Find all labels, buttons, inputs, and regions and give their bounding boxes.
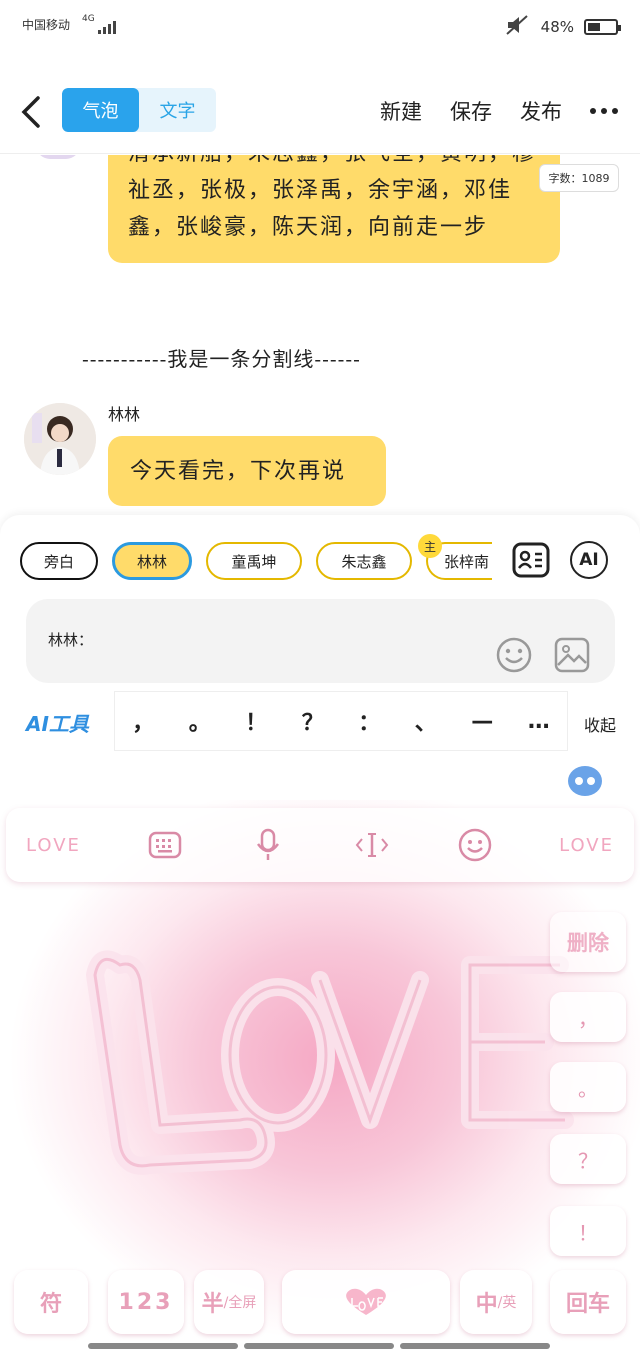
heart-love-icon <box>346 1288 386 1315</box>
punct-key[interactable]: ！ <box>245 705 267 737</box>
microphone-icon[interactable] <box>248 825 288 865</box>
more-icon[interactable] <box>590 108 618 114</box>
divider-text[interactable]: -----------我是一条分割线------ <box>82 343 361 372</box>
image-icon[interactable] <box>554 637 590 677</box>
mute-icon <box>505 14 531 40</box>
half-label: 半 <box>201 1292 224 1317</box>
half-fullscreen-key[interactable]: 半/全屏 <box>194 1270 264 1334</box>
ai-tools-button[interactable]: AI工具 <box>26 708 89 737</box>
nav-handle <box>400 1343 550 1349</box>
punct-key[interactable]: ？ <box>302 705 324 737</box>
space-key[interactable] <box>282 1270 450 1334</box>
language-key[interactable]: 中/英 <box>460 1270 532 1334</box>
keyboard-icon[interactable] <box>145 825 185 865</box>
punctuation-bar: ， 。 ！ ？ ： 、 — … <box>114 691 568 751</box>
ai-button[interactable]: AI <box>568 539 610 581</box>
love-label: LOVE <box>26 834 81 856</box>
back-button[interactable] <box>18 92 48 132</box>
character-chip-narrator[interactable]: 旁白 <box>20 542 98 580</box>
mode-toggle: 气泡 文字 <box>62 88 216 132</box>
character-chip[interactable]: 朱志鑫 <box>316 542 412 580</box>
battery-icon <box>584 19 621 35</box>
keyboard-toolbar: LOVE LOVE <box>6 808 634 882</box>
period-key[interactable]: 。 <box>550 1062 626 1112</box>
keyboard-mascot-icon[interactable] <box>568 766 602 796</box>
tab-text[interactable]: 文字 <box>139 88 216 132</box>
exclamation-key[interactable]: ！ <box>550 1206 626 1256</box>
love-label: LOVE <box>559 834 614 856</box>
symbol-key[interactable]: 符 <box>14 1270 88 1334</box>
message-line: 清承新船，朱志鑫，张飞全，黄明，穆 <box>128 155 540 172</box>
composer-panel: 旁白 林林 童禹坤 朱志鑫 张梓南 主 AI 林林： AI工具 ， 。 ！ ？ … <box>0 515 640 760</box>
cursor-move-icon[interactable] <box>352 825 392 865</box>
punct-key[interactable]: 。 <box>189 705 211 737</box>
chat-area[interactable]: 清承新船，朱志鑫，张飞全，黄明，穆 祉丞，张极，张泽禹，余宇涵，邓佳 鑫，张峻豪… <box>0 155 640 515</box>
character-chip-linlin[interactable]: 林林 <box>112 542 192 580</box>
character-chip[interactable]: 童禹坤 <box>206 542 302 580</box>
english-label: /英 <box>497 1295 517 1311</box>
contact-card-icon <box>512 542 550 578</box>
collapse-button[interactable]: 收起 <box>584 712 616 736</box>
punct-key[interactable]: … <box>528 709 550 734</box>
new-button[interactable]: 新建 <box>380 96 422 126</box>
keyboard-top-strip <box>0 760 640 800</box>
message-line: 鑫，张峻豪，陈天润，向前走一步 <box>128 215 489 240</box>
speaker-avatar[interactable] <box>24 403 96 475</box>
signal-icon <box>98 18 116 34</box>
number-key[interactable]: 123 <box>108 1270 184 1334</box>
nav-handle <box>244 1343 394 1349</box>
status-bar: 中国移动 4G 48% <box>0 0 640 56</box>
delete-key[interactable]: 删除 <box>550 912 626 972</box>
top-toolbar: 气泡 文字 新建 保存 发布 <box>0 70 640 154</box>
battery-percent: 48% <box>540 18 574 36</box>
network-label: 4G <box>82 14 95 24</box>
speaker-name: 林林 <box>108 405 141 424</box>
question-key[interactable]: ？ <box>550 1134 626 1184</box>
message-text: 今天看完，下次再说 <box>130 458 347 484</box>
punct-key[interactable]: ： <box>358 705 380 737</box>
comma-key[interactable]: ， <box>550 992 626 1042</box>
main-character-badge: 主 <box>418 534 442 558</box>
save-button[interactable]: 保存 <box>450 96 492 126</box>
word-count-badge: 字数：1089 <box>539 164 619 192</box>
fullscreen-label: /全屏 <box>223 1295 257 1311</box>
punct-key[interactable]: — <box>471 709 493 734</box>
chevron-left-icon <box>21 96 40 128</box>
emoji-icon[interactable] <box>496 637 532 677</box>
carrier-label: 中国移动 <box>22 18 71 32</box>
message-bubble[interactable]: 清承新船，朱志鑫，张飞全，黄明，穆 祉丞，张极，张泽禹，余宇涵，邓佳 鑫，张峻豪… <box>108 155 560 263</box>
publish-button[interactable]: 发布 <box>520 96 562 126</box>
avatar-photo <box>24 403 96 475</box>
input-prefix: 林林： <box>48 631 94 649</box>
message-line: 祉丞，张极，张泽禹，余宇涵，邓佳 <box>128 178 513 203</box>
nav-handle <box>88 1343 238 1349</box>
keyboard: LOVE LOVE 删除 ， 。 ？ ！ 符 123 半/全屏 中/英 回车 <box>0 760 640 1351</box>
ai-button-label: AI <box>570 541 608 579</box>
keyboard-bottom-row: 符 123 半/全屏 中/英 回车 <box>0 1270 640 1336</box>
avatar[interactable] <box>36 155 80 159</box>
message-input[interactable]: 林林： <box>26 599 615 683</box>
punct-key[interactable]: ， <box>132 705 154 737</box>
message-bubble[interactable]: 今天看完，下次再说 <box>108 436 386 506</box>
enter-key[interactable]: 回车 <box>550 1270 626 1334</box>
character-list-button[interactable] <box>510 539 552 581</box>
punct-key[interactable]: 、 <box>415 705 437 737</box>
emoji-icon[interactable] <box>455 825 495 865</box>
chinese-label: 中 <box>475 1292 498 1317</box>
tab-bubble[interactable]: 气泡 <box>62 88 139 132</box>
